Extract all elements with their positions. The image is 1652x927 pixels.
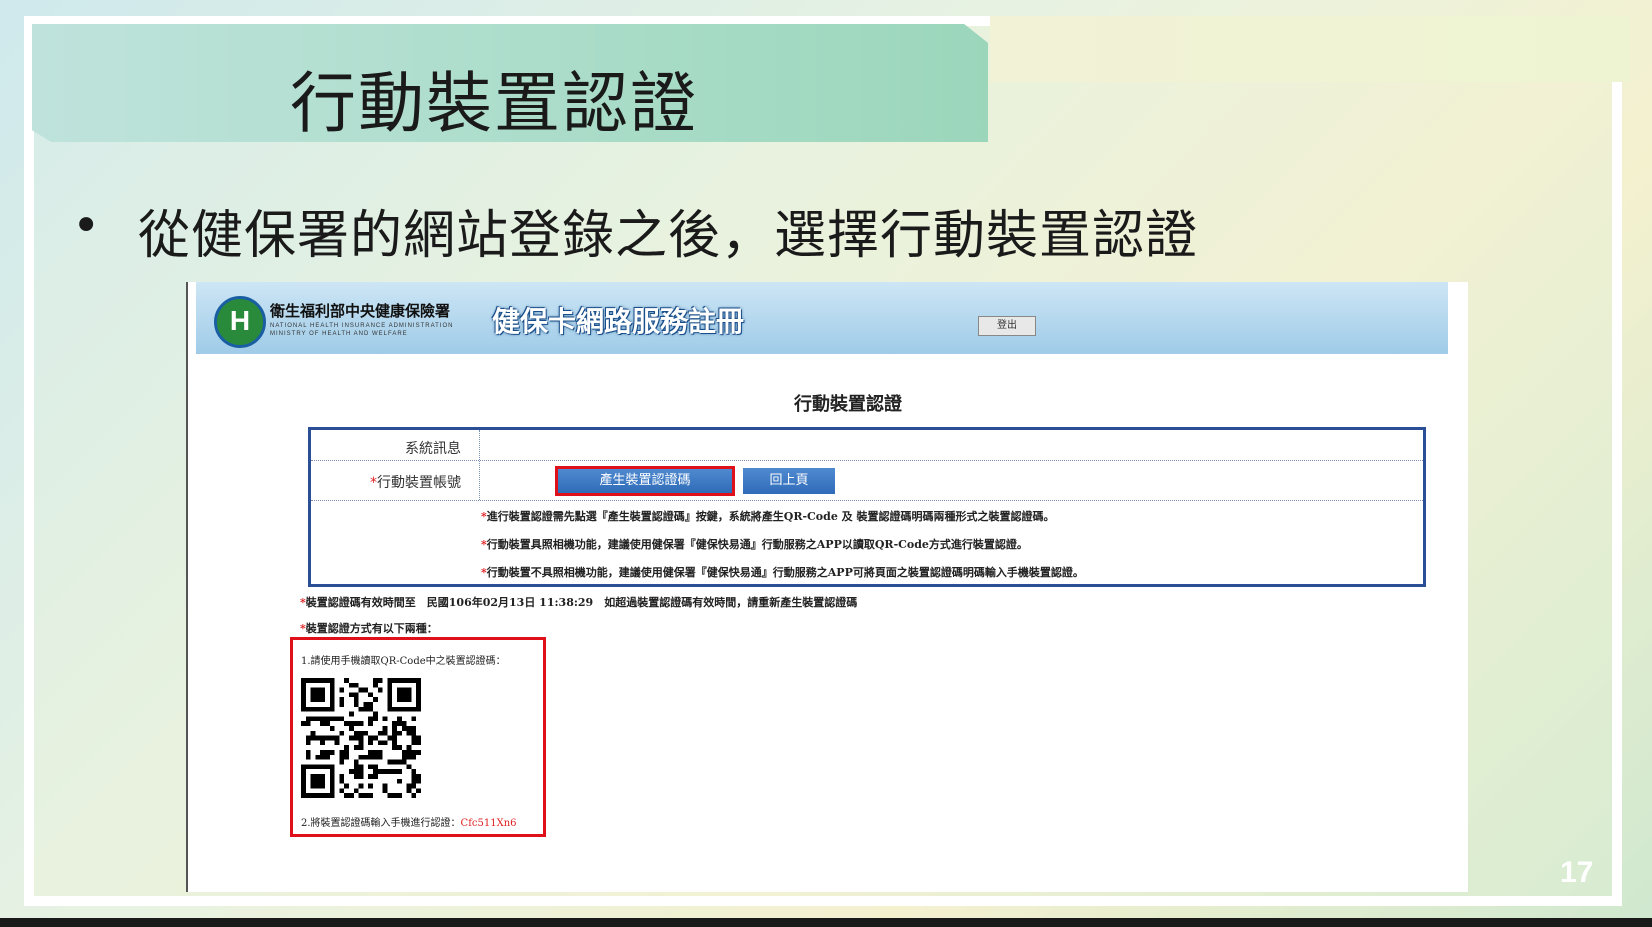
site-title: 健保卡網路服務註冊 xyxy=(492,305,745,338)
bullet-marker: • xyxy=(72,198,101,254)
qr-code-panel: 1.請使用手機讀取QR-Code中之裝置認證碼： 2.將裝置認證碼輸入手機進行認… xyxy=(290,637,546,837)
qr-code-icon xyxy=(301,678,421,798)
device-auth-code: Cfc511Xn6 xyxy=(460,818,517,829)
row-divider xyxy=(311,500,1423,501)
org-name-en: NATIONAL HEALTH INSURANCE ADMINISTRATION… xyxy=(270,323,454,337)
web-header: H 衛生福利部中央健康保險署 NATIONAL HEALTH INSURANCE… xyxy=(196,282,1448,354)
bottom-strip xyxy=(0,918,1652,927)
embedded-web-screenshot: H 衛生福利部中央健康保險署 NATIONAL HEALTH INSURANCE… xyxy=(186,282,1468,892)
bullet-text: 從健保署的網站登錄之後，選擇行動裝置認證 xyxy=(138,206,1199,266)
nhi-logo-icon: H xyxy=(214,296,266,348)
slide-title: 行動裝置認證 xyxy=(290,65,698,142)
required-star: * xyxy=(370,475,377,491)
device-account-label-text: 行動裝置帳號 xyxy=(377,475,461,491)
expiry-info: *裝置認證碼有效時間至 民國106年02月13日 11:38:29 如超過裝置認… xyxy=(300,596,858,609)
logout-button[interactable]: 登出 xyxy=(978,316,1036,336)
auth-methods-info: *裝置認證方式有以下兩種： xyxy=(300,622,438,635)
page-heading: 行動裝置認證 xyxy=(794,394,902,415)
note-item: *進行裝置認證需先點選『產生裝置認證碼』按鍵，系統將產生QR-Code 及 裝置… xyxy=(481,510,1055,523)
system-message-label: 系統訊息 xyxy=(405,441,461,457)
frame-gap xyxy=(990,16,1630,82)
column-divider xyxy=(479,430,480,500)
org-name: 衛生福利部中央健康保險署 xyxy=(270,302,451,320)
manual-code-instruction: 2.將裝置認證碼輸入手機進行認證：Cfc511Xn6 xyxy=(301,818,517,829)
generate-device-code-button[interactable]: 產生裝置認證碼 xyxy=(555,466,735,496)
note-item: *行動裝置具照相機功能，建議使用健保署『健保快易通』行動服務之APP以讀取QR-… xyxy=(481,538,1028,551)
device-auth-form: 系統訊息 *行動裝置帳號 產生裝置認證碼 回上頁 *進行裝置認證需先點選『產生裝… xyxy=(308,427,1426,587)
row-divider xyxy=(311,460,1423,461)
page-number: 17 xyxy=(1560,856,1594,889)
back-button[interactable]: 回上頁 xyxy=(743,468,835,494)
note-item: *行動裝置不具照相機功能，建議使用健保署『健保快易通』行動服務之APP可將頁面之… xyxy=(481,566,1084,579)
qr-instruction: 1.請使用手機讀取QR-Code中之裝置認證碼： xyxy=(301,656,506,667)
device-account-label: *行動裝置帳號 xyxy=(311,472,461,492)
